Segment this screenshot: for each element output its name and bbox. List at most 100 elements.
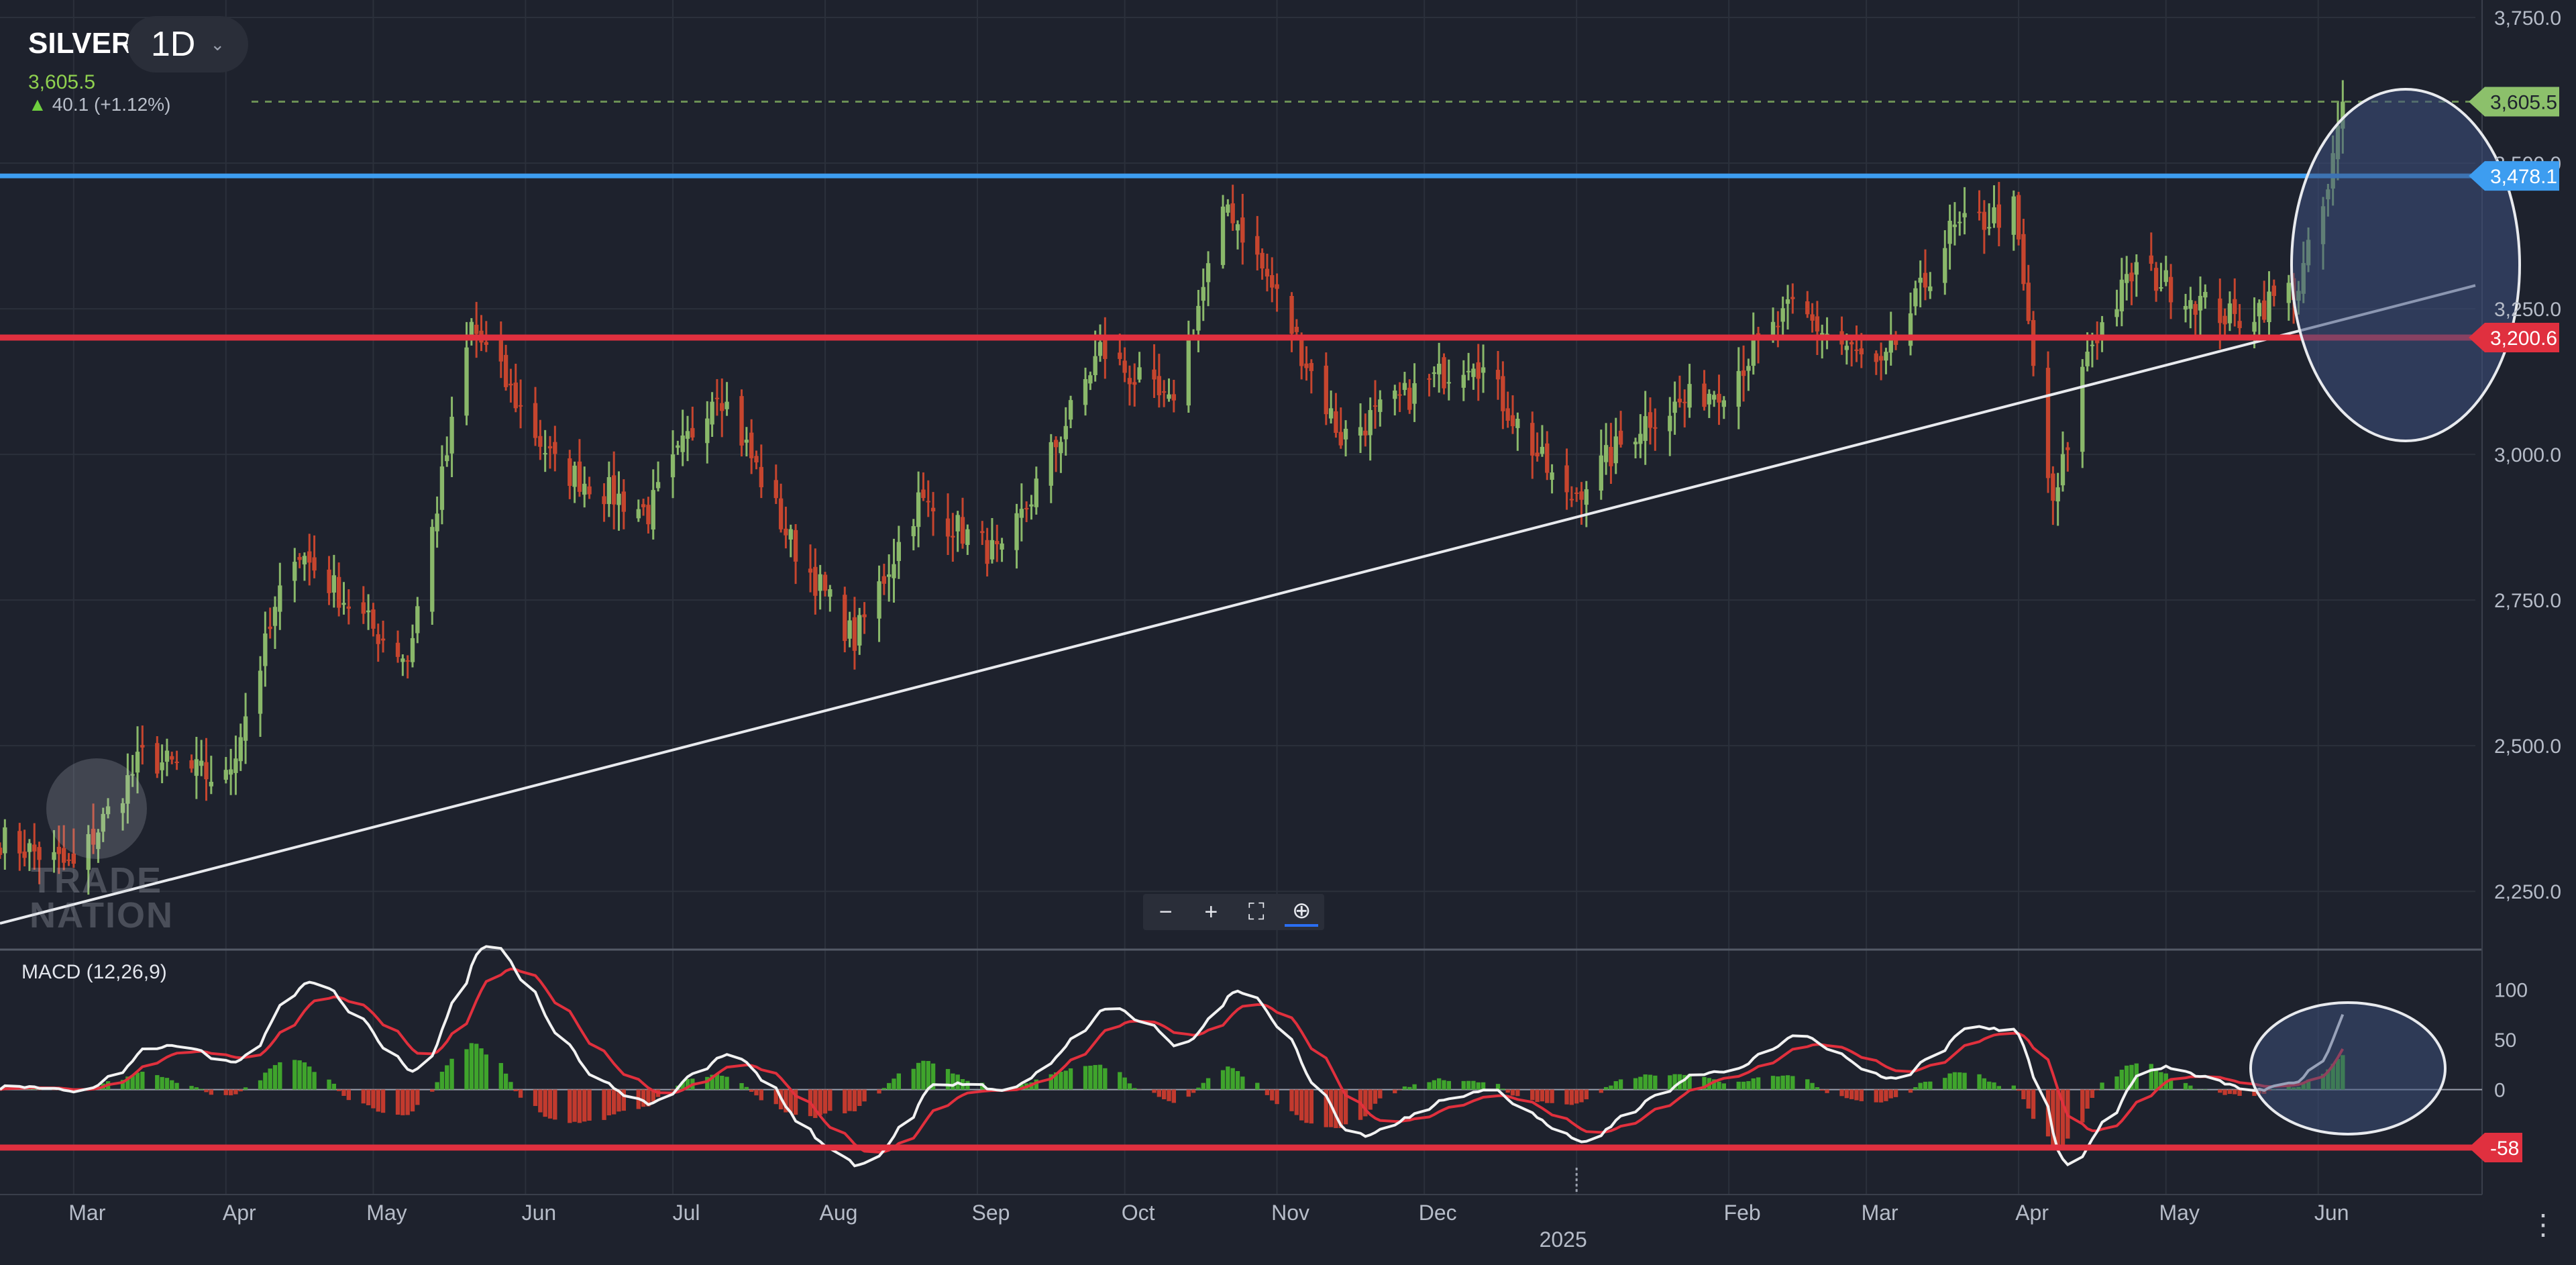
- candle-body: [1122, 360, 1127, 373]
- fit-screen-button[interactable]: ⛶: [1240, 899, 1273, 925]
- candle-body: [1000, 543, 1004, 550]
- symbol-label[interactable]: SILVER: [28, 27, 133, 60]
- candle-body: [1275, 284, 1279, 289]
- macd-histogram-bar: [2188, 1085, 2193, 1090]
- macd-histogram-bar: [1957, 1072, 1962, 1090]
- candle-body: [1328, 408, 1334, 419]
- x-tick-label: Feb: [1724, 1201, 1761, 1225]
- candle-body: [3, 827, 7, 854]
- macd-histogram-bar: [1461, 1080, 1466, 1090]
- more-options-icon[interactable]: ⋮: [2529, 1208, 2557, 1241]
- candle-body: [518, 405, 523, 407]
- macd-histogram-bar: [189, 1086, 194, 1090]
- candle-body: [263, 633, 268, 666]
- candle-body: [847, 620, 852, 639]
- zoom-in-button[interactable]: +: [1194, 899, 1228, 925]
- last-price: 3,605.5: [28, 71, 96, 93]
- macd-histogram-bar: [1668, 1075, 1672, 1090]
- candle-body: [602, 496, 606, 505]
- candle-body: [955, 515, 960, 532]
- candle-body: [1844, 346, 1849, 350]
- candle-body: [1530, 423, 1535, 456]
- macd-histogram-bar: [1569, 1089, 1574, 1105]
- macd-histogram-bar: [1859, 1089, 1864, 1101]
- macd-histogram-bar: [1849, 1089, 1854, 1099]
- candle-body: [1437, 364, 1442, 374]
- candle-body: [1987, 227, 1992, 229]
- candle-body: [1668, 415, 1672, 432]
- candle-body: [1373, 405, 1378, 407]
- macd-histogram-bar: [2026, 1089, 2031, 1109]
- candle-body: [1368, 410, 1373, 436]
- candle-body: [1643, 416, 1648, 442]
- candle-body: [464, 347, 469, 416]
- x-tick-label: Dec: [1419, 1201, 1457, 1225]
- price-chart[interactable]: 2,250.02,500.02,750.03,000.03,250.03,500…: [0, 0, 2576, 1265]
- x-tick-label: Mar: [1862, 1201, 1898, 1225]
- candle-body: [2055, 487, 2060, 502]
- macd-histogram-bar: [1118, 1072, 1122, 1090]
- reset-zoom-button[interactable]: ⊕: [1285, 897, 1319, 927]
- candle-body: [2129, 272, 2134, 282]
- macd-histogram-bar: [1893, 1089, 1898, 1097]
- macd-histogram-bar: [1201, 1082, 1205, 1090]
- macd-histogram-bar: [1717, 1081, 1721, 1090]
- macd-histogram-bar: [1770, 1076, 1776, 1090]
- macd-histogram-bar: [1334, 1089, 1338, 1128]
- timeframe-selector[interactable]: 1D ⌄: [127, 16, 248, 72]
- macd-histogram-bar: [1878, 1089, 1884, 1103]
- macd-histogram-bar: [1638, 1076, 1643, 1090]
- candle-body: [1535, 452, 1540, 457]
- macd-histogram-bar: [1535, 1089, 1540, 1103]
- macd-histogram-bar: [1103, 1068, 1108, 1090]
- macd-histogram-bar: [547, 1089, 553, 1119]
- macd-histogram-bar: [887, 1082, 892, 1090]
- macd-histogram-bar: [331, 1083, 337, 1090]
- macd-histogram-bar: [877, 1089, 881, 1094]
- macd-histogram-bar: [1378, 1089, 1383, 1099]
- candle-body: [449, 417, 454, 454]
- macd-histogram-bar: [754, 1089, 759, 1096]
- macd-histogram-bar: [243, 1087, 248, 1090]
- candle-body: [1810, 314, 1815, 321]
- candle-body: [1014, 513, 1019, 550]
- candle-body: [965, 529, 970, 546]
- macd-histogram-bar: [744, 1086, 749, 1090]
- candle-body: [1427, 378, 1432, 380]
- macd-histogram-bar: [1481, 1082, 1486, 1090]
- candle-body: [1186, 335, 1191, 406]
- candle-body: [862, 614, 867, 617]
- macd-histogram-bar: [641, 1089, 646, 1107]
- candle-body: [921, 489, 926, 499]
- candle-body: [1878, 356, 1884, 361]
- macd-histogram-bar: [1373, 1089, 1378, 1104]
- candle-body: [258, 670, 263, 714]
- zoom-out-button[interactable]: −: [1149, 899, 1183, 925]
- candle-body: [1687, 384, 1692, 408]
- macd-histogram-bar: [263, 1072, 268, 1090]
- candle-body: [223, 770, 228, 780]
- macd-histogram-bar: [1613, 1081, 1618, 1090]
- macd-histogram-bar: [2100, 1082, 2104, 1090]
- macd-histogram-bar: [1609, 1085, 1613, 1090]
- candle-body: [1569, 499, 1574, 501]
- trade-nation-logo-icon: [46, 758, 147, 859]
- candle-body: [951, 536, 955, 538]
- candle-body: [1736, 370, 1741, 407]
- macd-histogram-bar: [1167, 1089, 1171, 1101]
- macd-histogram-bar: [543, 1089, 547, 1117]
- candle-body: [1613, 436, 1618, 464]
- macd-histogram-bar: [533, 1089, 538, 1107]
- macd-histogram-bar: [474, 1044, 479, 1090]
- candle-body: [843, 595, 847, 642]
- macd-histogram-bar: [2222, 1089, 2227, 1095]
- macd-histogram-bar: [1599, 1089, 1603, 1093]
- macd-histogram-bar: [1839, 1089, 1844, 1097]
- candle-body: [233, 758, 238, 773]
- macd-histogram-bar: [1785, 1075, 1790, 1090]
- macd-histogram-bar: [1196, 1087, 1201, 1090]
- macd-histogram-bar: [1918, 1082, 1923, 1090]
- macd-histogram-bar: [268, 1068, 272, 1090]
- candle-body: [1432, 372, 1437, 374]
- macd-histogram-bar: [2183, 1082, 2188, 1090]
